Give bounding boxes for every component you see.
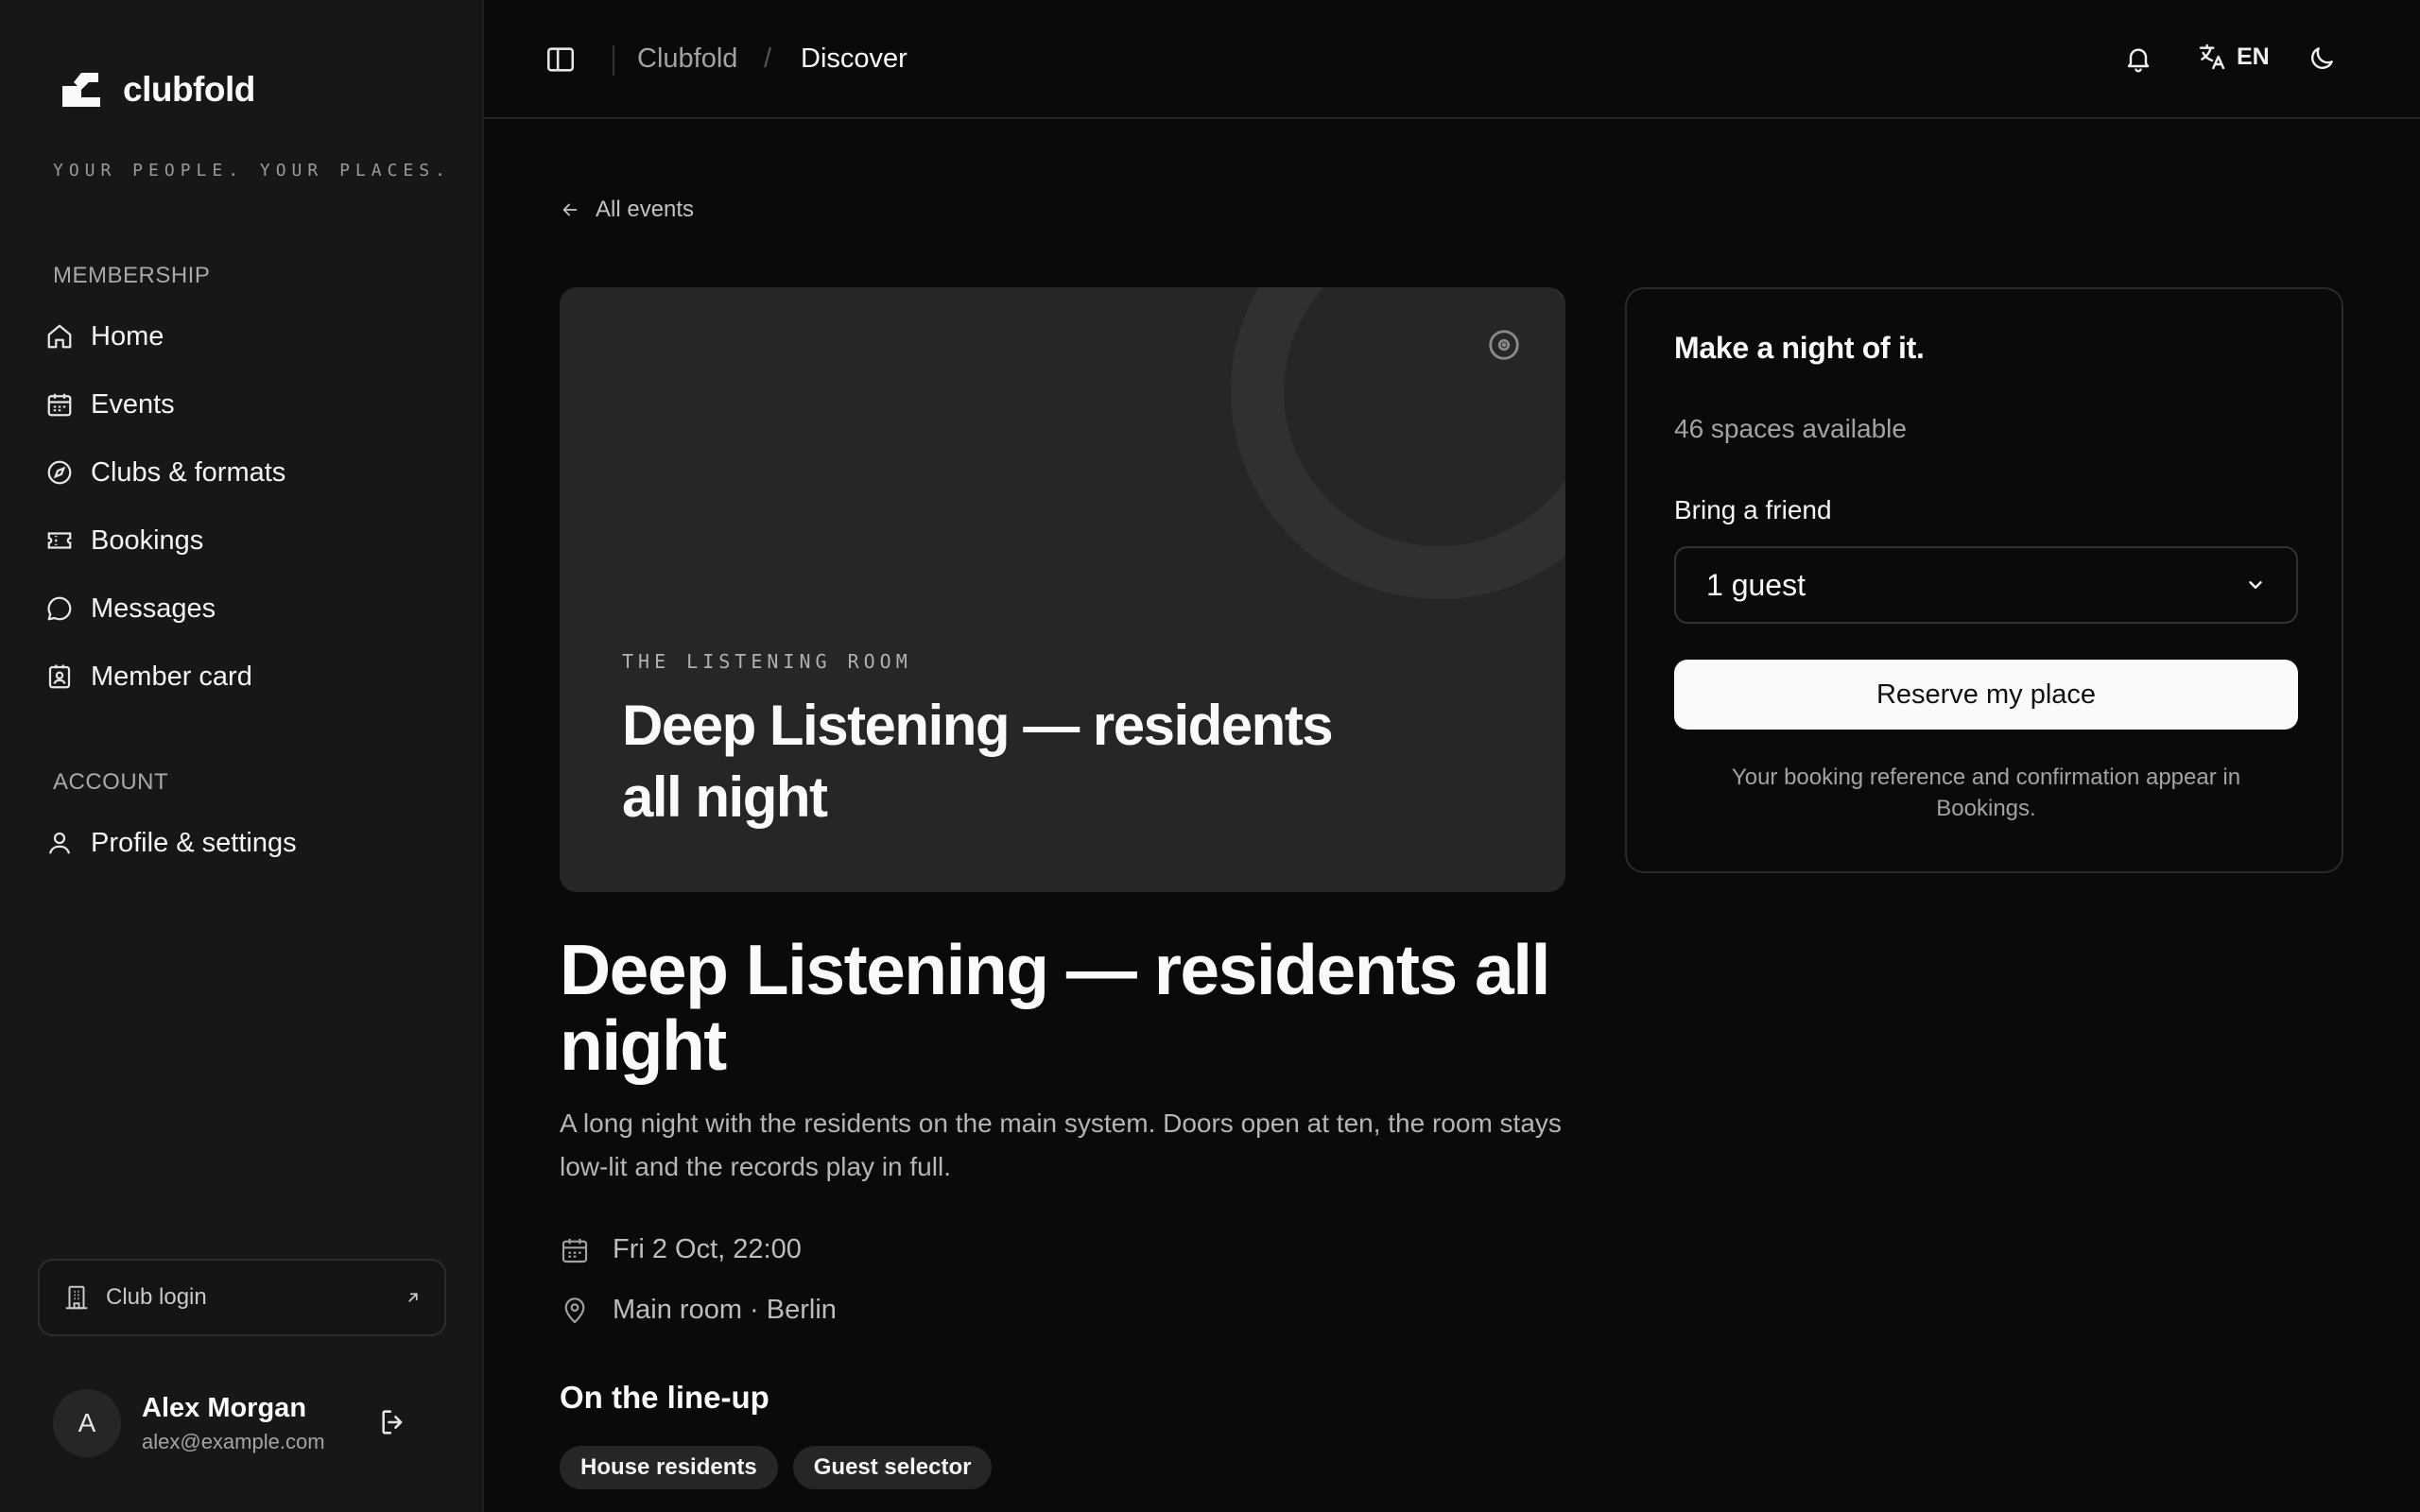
user-name: Alex Morgan — [142, 1392, 307, 1423]
external-arrow-icon — [405, 1289, 422, 1306]
lineup-heading: On the line-up — [560, 1380, 769, 1415]
hero-title: Deep Listening — residents all night — [622, 694, 1334, 829]
logout-button[interactable] — [378, 1406, 410, 1438]
reserve-button[interactable]: Reserve my place — [1674, 660, 2298, 730]
translate-icon — [2197, 42, 2227, 72]
club-login-label: Club login — [106, 1284, 207, 1310]
sidebar-toggle-button[interactable] — [544, 43, 577, 76]
sidebar: clubfold YOUR PEOPLE. YOUR PLACES. MEMBE… — [0, 0, 484, 1512]
member-card-icon — [45, 662, 74, 691]
message-icon — [45, 594, 74, 623]
sidebar-item-label: Clubs & formats — [91, 456, 286, 488]
venue-kicker: THE LISTENING ROOM — [622, 650, 912, 673]
section-label-account: ACCOUNT — [53, 769, 169, 795]
guest-count-select[interactable]: 1 guest — [1674, 546, 2298, 624]
breadcrumb-separator: / — [764, 43, 772, 74]
clubfold-logo-icon — [60, 71, 102, 109]
user-email: alex@example.com — [142, 1429, 325, 1453]
back-label: All events — [596, 197, 695, 222]
vinyl-disc-icon — [1486, 327, 1522, 363]
moon-icon — [2307, 43, 2337, 74]
event-location: Main room · Berlin — [560, 1295, 837, 1326]
sidebar-item-messages[interactable]: Messages — [45, 582, 216, 635]
arrow-left-icon — [560, 199, 580, 220]
sidebar-item-clubs-formats[interactable]: Clubs & formats — [45, 446, 285, 499]
sidebar-item-label: Member card — [91, 661, 252, 692]
map-pin-icon — [560, 1296, 590, 1326]
event-hero: THE LISTENING ROOM Deep Listening — resi… — [560, 287, 1565, 892]
calendar-icon — [560, 1235, 590, 1265]
brand[interactable]: clubfold — [60, 70, 255, 110]
panel-left-icon — [544, 43, 577, 76]
compass-icon — [45, 458, 74, 487]
lineup-chip: House residents — [560, 1446, 778, 1489]
lineup-chip: Guest selector — [792, 1446, 993, 1489]
building-icon — [62, 1283, 91, 1312]
sidebar-item-member-card[interactable]: Member card — [45, 650, 252, 703]
breadcrumb-clubfold[interactable]: Clubfold — [637, 43, 737, 75]
avatar: A — [53, 1389, 121, 1457]
ticket-icon — [45, 526, 74, 555]
sidebar-item-profile-settings[interactable]: Profile & settings — [45, 816, 297, 869]
booking-card: Make a night of it. 46 spaces available … — [1625, 287, 2343, 873]
sidebar-item-events[interactable]: Events — [45, 378, 175, 431]
guest-select-label: Bring a friend — [1674, 495, 1832, 524]
event-location-text: Main room · Berlin — [613, 1295, 837, 1325]
notifications-button[interactable] — [2123, 43, 2153, 74]
top-bar: Clubfold / Discover EN — [484, 0, 2420, 119]
divider — [613, 45, 614, 76]
brand-name: clubfold — [123, 70, 255, 109]
sidebar-item-label: Messages — [91, 593, 216, 624]
guest-count-value: 1 guest — [1706, 567, 1806, 602]
home-icon — [45, 322, 74, 351]
lineup-chips: House residents Guest selector — [560, 1446, 993, 1489]
booking-note: Your booking reference and confirmation … — [1731, 765, 2241, 821]
breadcrumb-discover: Discover — [801, 43, 908, 74]
event-datetime-text: Fri 2 Oct, 22:00 — [613, 1234, 802, 1264]
event-description: A long night with the residents on the m… — [560, 1108, 1562, 1181]
language-switcher[interactable]: EN — [2197, 42, 2270, 72]
club-login-button[interactable]: Club login — [38, 1259, 446, 1336]
event-title: Deep Listening — residents all night — [560, 930, 1550, 1085]
sidebar-item-bookings[interactable]: Bookings — [45, 514, 203, 567]
bell-icon — [2123, 43, 2153, 74]
chevron-down-icon — [2245, 575, 2266, 595]
sidebar-item-label: Home — [91, 320, 164, 352]
back-to-events-link[interactable]: All events — [560, 197, 694, 223]
sidebar-item-label: Events — [91, 388, 175, 420]
sidebar-item-home[interactable]: Home — [45, 310, 164, 363]
user-profile[interactable]: A Alex Morgan alex@example.com — [53, 1389, 325, 1457]
brand-tagline: YOUR PEOPLE. YOUR PLACES. — [53, 161, 451, 180]
language-label: EN — [2237, 43, 2270, 70]
sidebar-item-label: Profile & settings — [91, 827, 297, 858]
calendar-icon — [45, 390, 74, 419]
spaces-available: 46 spaces available — [1674, 414, 1907, 443]
theme-toggle-button[interactable] — [2307, 43, 2337, 74]
section-label-membership: MEMBERSHIP — [53, 263, 211, 288]
event-datetime: Fri 2 Oct, 22:00 — [560, 1234, 802, 1265]
sidebar-item-label: Bookings — [91, 524, 204, 556]
booking-title: Make a night of it. — [1674, 331, 1925, 365]
logout-icon — [378, 1406, 410, 1438]
user-icon — [45, 829, 74, 857]
